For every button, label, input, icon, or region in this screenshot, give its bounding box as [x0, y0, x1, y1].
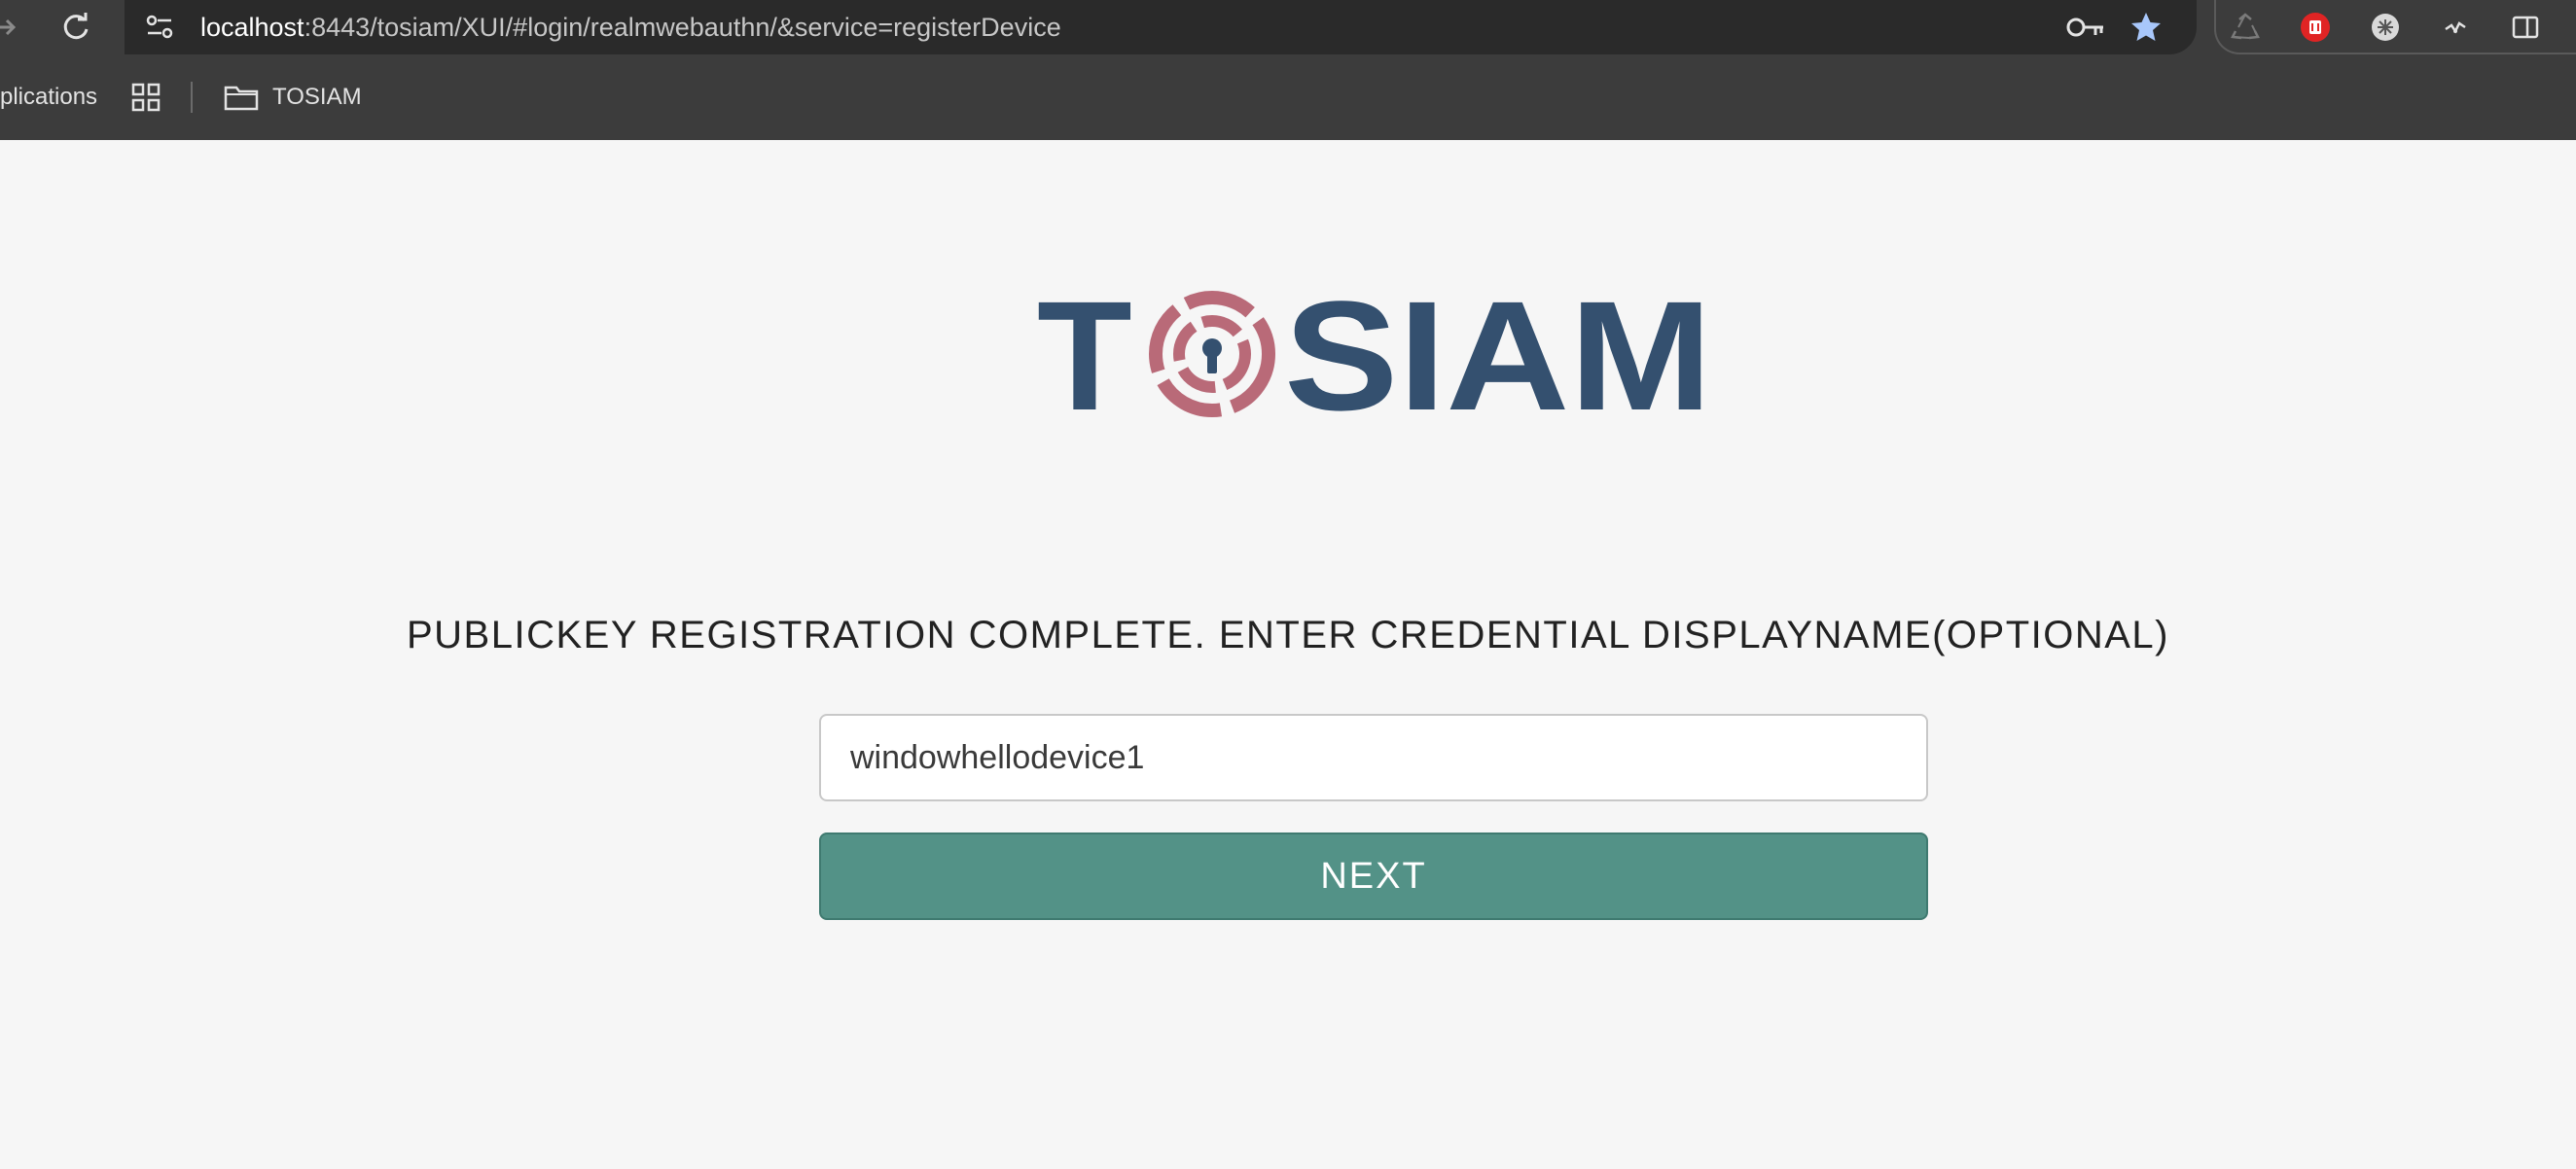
bookmark-star-icon[interactable]: [2129, 10, 2164, 45]
reload-icon[interactable]: [58, 10, 93, 45]
browser-toolbar: localhost:8443/tosiam/XUI/#login/realmwe…: [0, 0, 2576, 54]
tosiam-logo: T SIAM: [1037, 286, 1712, 422]
lock-ring-icon: [1149, 291, 1275, 417]
dark-extension-icon[interactable]: [2440, 12, 2471, 43]
white-extension-icon[interactable]: [2370, 12, 2401, 43]
site-info-icon[interactable]: [144, 12, 175, 43]
bookmark-folder-tosiam[interactable]: TOSIAM: [272, 84, 362, 111]
bookmark-separator: [191, 82, 193, 113]
next-button[interactable]: NEXT: [819, 832, 1928, 920]
red-extension-icon[interactable]: [2300, 12, 2331, 43]
side-panel-icon[interactable]: [2510, 12, 2541, 43]
password-key-icon[interactable]: [2066, 14, 2105, 41]
credential-displayname-input[interactable]: [819, 714, 1928, 801]
page-heading: PUBLICKEY REGISTRATION COMPLETE. ENTER C…: [406, 614, 2169, 656]
recycle-extension-icon[interactable]: [2230, 12, 2261, 43]
bookmark-applications[interactable]: plications: [0, 84, 97, 111]
svg-text:SIAM: SIAM: [1284, 286, 1712, 422]
apps-grid-icon[interactable]: [130, 82, 161, 113]
login-page: T SIAM PUBLICKEY REGISTRATION COMPLETE. …: [0, 140, 2576, 1169]
url-text[interactable]: localhost:8443/tosiam/XUI/#login/realmwe…: [200, 11, 1061, 44]
folder-icon[interactable]: [224, 84, 259, 111]
svg-text:T: T: [1037, 286, 1132, 422]
forward-icon[interactable]: [0, 12, 19, 43]
bookmarks-bar: plications TOSIAM: [0, 54, 2576, 140]
